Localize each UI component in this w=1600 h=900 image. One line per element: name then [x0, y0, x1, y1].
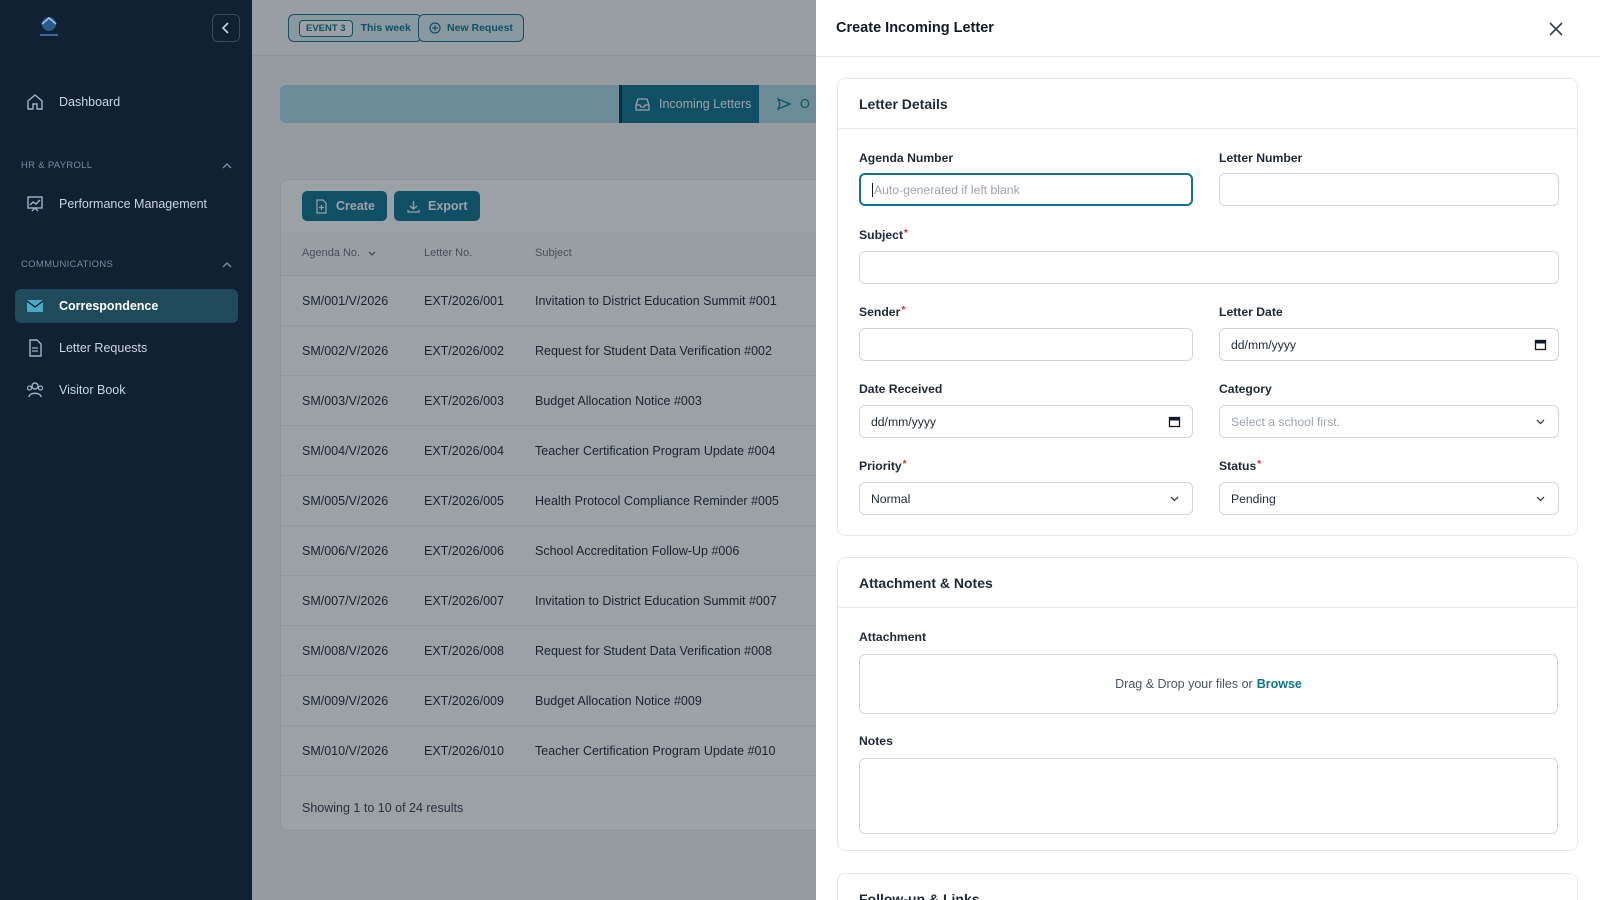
file-dropzone[interactable]: Drag & Drop your files or Browse: [859, 654, 1558, 714]
priority-value: Normal: [871, 491, 911, 506]
chevron-left-icon: [221, 22, 229, 34]
category-select[interactable]: Select a school first.: [1219, 405, 1559, 438]
sidebar-item-dashboard[interactable]: Dashboard: [15, 85, 238, 119]
letter-date-label: Letter Date: [1219, 305, 1283, 319]
date-received-input[interactable]: dd/mm/yyyy: [859, 405, 1193, 438]
sidebar-section-hr-payroll[interactable]: HR & PAYROLL: [21, 160, 232, 171]
agenda-number-input[interactable]: Auto-generated if left blank: [859, 173, 1193, 206]
modal-backdrop[interactable]: [252, 0, 816, 900]
sidebar: Dashboard HR & PAYROLL Performance Manag…: [0, 0, 252, 900]
section-label: COMMUNICATIONS: [21, 259, 114, 270]
browse-link[interactable]: Browse: [1257, 677, 1302, 691]
subject-input[interactable]: [859, 251, 1559, 284]
section-title: Follow-up & Links: [838, 874, 1577, 900]
drop-text: Drag & Drop your files or: [1115, 677, 1253, 691]
section-title: Attachment & Notes: [838, 558, 1577, 608]
subject-label-text: Subject: [859, 228, 904, 242]
drawer-header: Create Incoming Letter: [816, 0, 1600, 57]
sender-label-text: Sender: [859, 305, 901, 319]
required-marker: *: [901, 305, 906, 316]
notes-label: Notes: [859, 734, 893, 748]
subject-label: Subject*: [859, 228, 908, 242]
required-marker: *: [904, 228, 908, 239]
sidebar-item-label: Correspondence: [59, 299, 159, 313]
status-label: Status*: [1219, 459, 1261, 473]
sidebar-section-communications[interactable]: COMMUNICATIONS: [21, 259, 232, 270]
sidebar-item-label: Visitor Book: [59, 383, 126, 397]
section-label: HR & PAYROLL: [21, 160, 93, 171]
letter-number-input[interactable]: [1219, 173, 1559, 206]
sidebar-item-correspondence[interactable]: Correspondence: [15, 289, 238, 323]
required-marker: *: [1257, 459, 1262, 470]
attachment-label: Attachment: [859, 630, 927, 644]
sidebar-item-visitor-book[interactable]: Visitor Book: [15, 373, 238, 407]
sender-label: Sender*: [859, 305, 905, 319]
followup-links-section: Follow-up & Links: [837, 873, 1578, 900]
create-letter-drawer: Create Incoming Letter Letter Details Ag…: [816, 0, 1600, 900]
mail-icon: [26, 300, 44, 312]
sidebar-item-label: Dashboard: [59, 95, 121, 109]
agenda-number-placeholder: Auto-generated if left blank: [874, 182, 1020, 197]
notes-textarea[interactable]: [859, 758, 1558, 834]
attachment-notes-section: Attachment & Notes Attachment Drag & Dro…: [837, 557, 1578, 851]
category-placeholder: Select a school first.: [1231, 414, 1341, 429]
home-icon: [27, 94, 43, 110]
chart-board-icon: [27, 196, 43, 212]
agenda-number-label: Agenda Number: [859, 151, 954, 165]
letter-date-input[interactable]: dd/mm/yyyy: [1219, 328, 1559, 361]
sender-input[interactable]: [859, 328, 1193, 361]
calendar-icon[interactable]: [1534, 338, 1547, 351]
calendar-icon[interactable]: [1168, 415, 1181, 428]
school-logo-icon: [40, 17, 58, 36]
text-cursor: [872, 182, 873, 197]
date-received-label: Date Received: [859, 382, 943, 396]
users-icon: [26, 382, 44, 398]
date-placeholder: dd/mm/yyyy: [1231, 337, 1297, 352]
date-placeholder: dd/mm/yyyy: [871, 414, 937, 429]
status-select[interactable]: Pending: [1219, 482, 1559, 515]
sidebar-item-label: Performance Management: [59, 197, 207, 211]
sidebar-item-performance-management[interactable]: Performance Management: [15, 187, 238, 221]
close-icon[interactable]: [1546, 19, 1566, 39]
chevron-down-icon: [1170, 496, 1179, 502]
required-marker: *: [902, 459, 907, 470]
priority-label-text: Priority: [859, 459, 902, 473]
chevron-up-icon: [222, 261, 232, 267]
status-value: Pending: [1231, 491, 1276, 506]
section-title: Letter Details: [838, 79, 1577, 129]
chevron-up-icon: [222, 162, 232, 168]
document-icon: [29, 339, 42, 357]
priority-label: Priority*: [859, 459, 907, 473]
letter-details-section: Letter Details Agenda Number Auto-genera…: [837, 78, 1578, 536]
chevron-down-icon: [1536, 496, 1545, 502]
status-label-text: Status: [1219, 459, 1257, 473]
collapse-sidebar-button[interactable]: [212, 14, 240, 42]
sidebar-item-label: Letter Requests: [59, 341, 148, 355]
category-label: Category: [1219, 382, 1272, 396]
sidebar-header: [0, 0, 252, 56]
chevron-down-icon: [1536, 419, 1545, 425]
priority-select[interactable]: Normal: [859, 482, 1193, 515]
letter-number-label: Letter Number: [1219, 151, 1303, 165]
sidebar-item-letter-requests[interactable]: Letter Requests: [15, 331, 238, 365]
drawer-title: Create Incoming Letter: [836, 20, 994, 36]
